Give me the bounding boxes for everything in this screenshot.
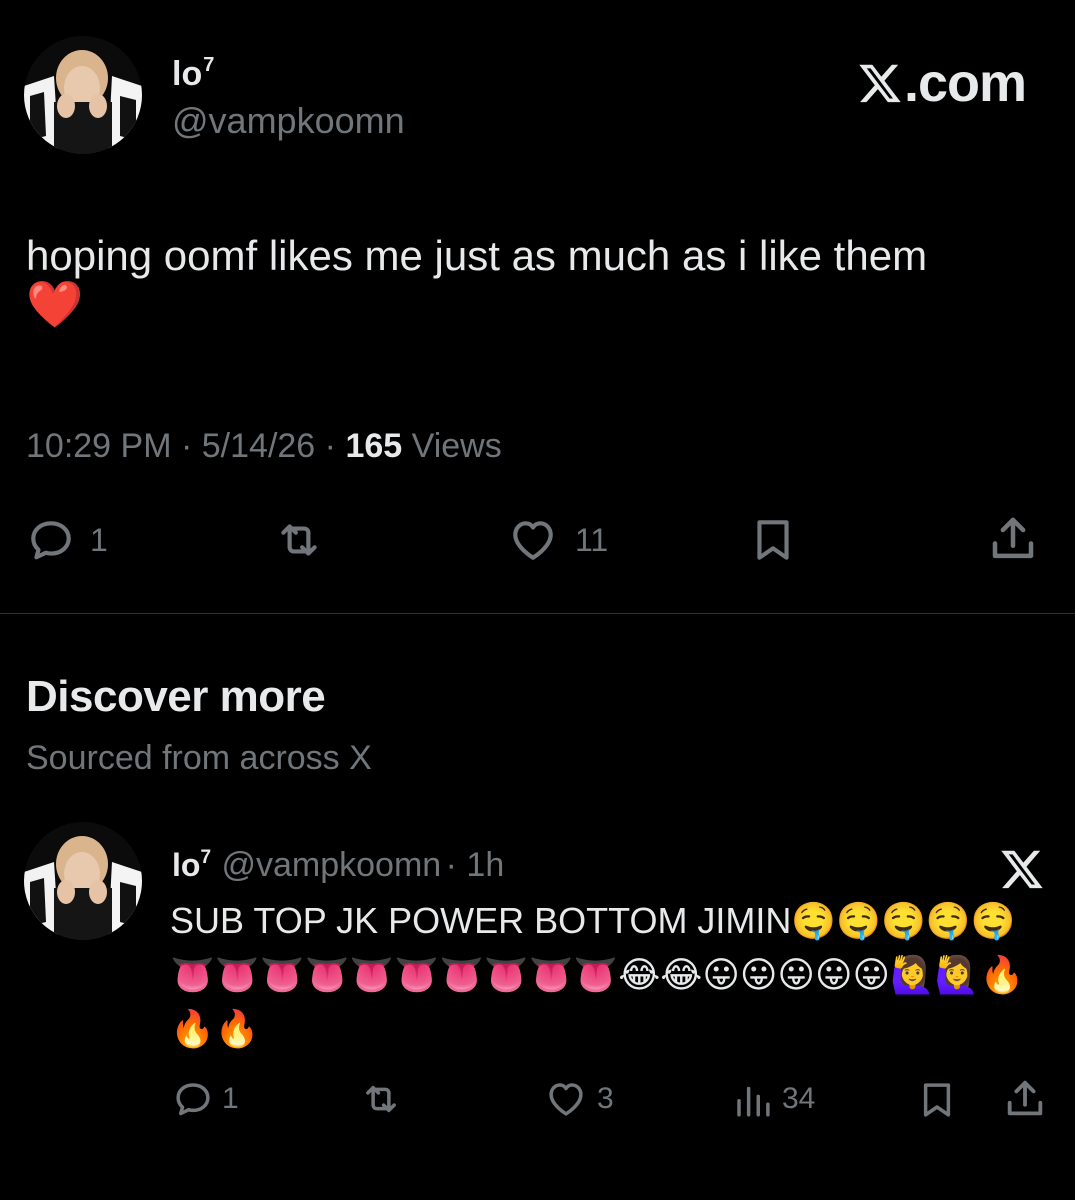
share-button[interactable] — [1002, 1076, 1048, 1122]
like-count: 3 — [597, 1082, 614, 1115]
x-logo-icon — [859, 64, 901, 103]
name-superscript: 7 — [200, 847, 212, 868]
tweet-meta: 10:29 PM · 5/14/26 · 165 Views — [26, 427, 502, 466]
related-header: lo7 @vampkoomn · 1h — [172, 846, 504, 885]
tweet-date[interactable]: 5/14/26 — [202, 427, 315, 465]
meta-dot: · — [324, 427, 346, 465]
reply-button[interactable]: 1 — [26, 515, 108, 565]
tweet-age[interactable]: · 1h — [446, 846, 505, 884]
reply-count: 1 — [90, 521, 108, 558]
display-name[interactable]: lo7 — [172, 847, 211, 883]
bookmark-button[interactable] — [748, 513, 798, 567]
repost-icon — [281, 524, 317, 556]
related-tweet-text: SUB TOP JK POWER BOTTOM JIMIN🤤🤤🤤🤤🤤👅👅👅👅👅👅… — [170, 900, 1025, 1049]
heart-icon — [513, 521, 553, 560]
display-name-text: lo — [172, 55, 203, 93]
section-subtitle: Sourced from across X — [26, 739, 372, 777]
display-name[interactable]: lo7 — [172, 54, 214, 94]
bookmark-icon — [757, 520, 789, 560]
repost-icon — [366, 1085, 396, 1113]
like-count: 11 — [575, 521, 609, 558]
share-button[interactable] — [986, 512, 1040, 566]
heart-icon — [549, 1083, 583, 1116]
views-icon — [737, 1086, 770, 1117]
divider — [0, 613, 1075, 614]
meta-dot: · — [180, 427, 202, 465]
share-icon — [1007, 1080, 1043, 1116]
repost-button[interactable] — [358, 1078, 404, 1120]
reply-icon — [176, 1083, 210, 1116]
heart-emoji: ❤️ — [26, 278, 84, 330]
views-count: 34 — [782, 1082, 816, 1115]
reply-button[interactable]: 1 — [172, 1078, 239, 1120]
views-button[interactable]: 34 — [732, 1078, 815, 1120]
brand-suffix: .com — [904, 53, 1027, 113]
display-name-text: lo — [172, 847, 201, 883]
tweet-text-body: hoping oomf likes me just as much as i l… — [26, 232, 928, 279]
avatar[interactable] — [24, 36, 142, 154]
reply-count: 1 — [222, 1082, 239, 1115]
x-logo-icon[interactable] — [998, 846, 1046, 892]
tweet-text: hoping oomf likes me just as much as i l… — [26, 232, 1056, 330]
like-button[interactable]: 3 — [543, 1078, 614, 1120]
reply-icon — [31, 521, 71, 560]
section-title: Discover more — [26, 672, 326, 721]
share-icon — [992, 517, 1034, 559]
repost-button[interactable] — [272, 515, 326, 565]
bookmark-icon — [923, 1083, 951, 1117]
avatar[interactable] — [24, 822, 142, 940]
brand: .com — [856, 52, 1027, 114]
bookmark-button[interactable] — [916, 1077, 958, 1123]
handle[interactable]: @vampkoomn — [172, 100, 405, 142]
views-label[interactable]: Views — [412, 427, 502, 465]
tweet-time[interactable]: 10:29 PM — [26, 427, 172, 465]
like-button[interactable]: 11 — [505, 515, 608, 565]
name-superscript: 7 — [203, 54, 215, 76]
handle[interactable]: @vampkoomn — [221, 846, 441, 884]
views-count: 165 — [345, 427, 403, 465]
